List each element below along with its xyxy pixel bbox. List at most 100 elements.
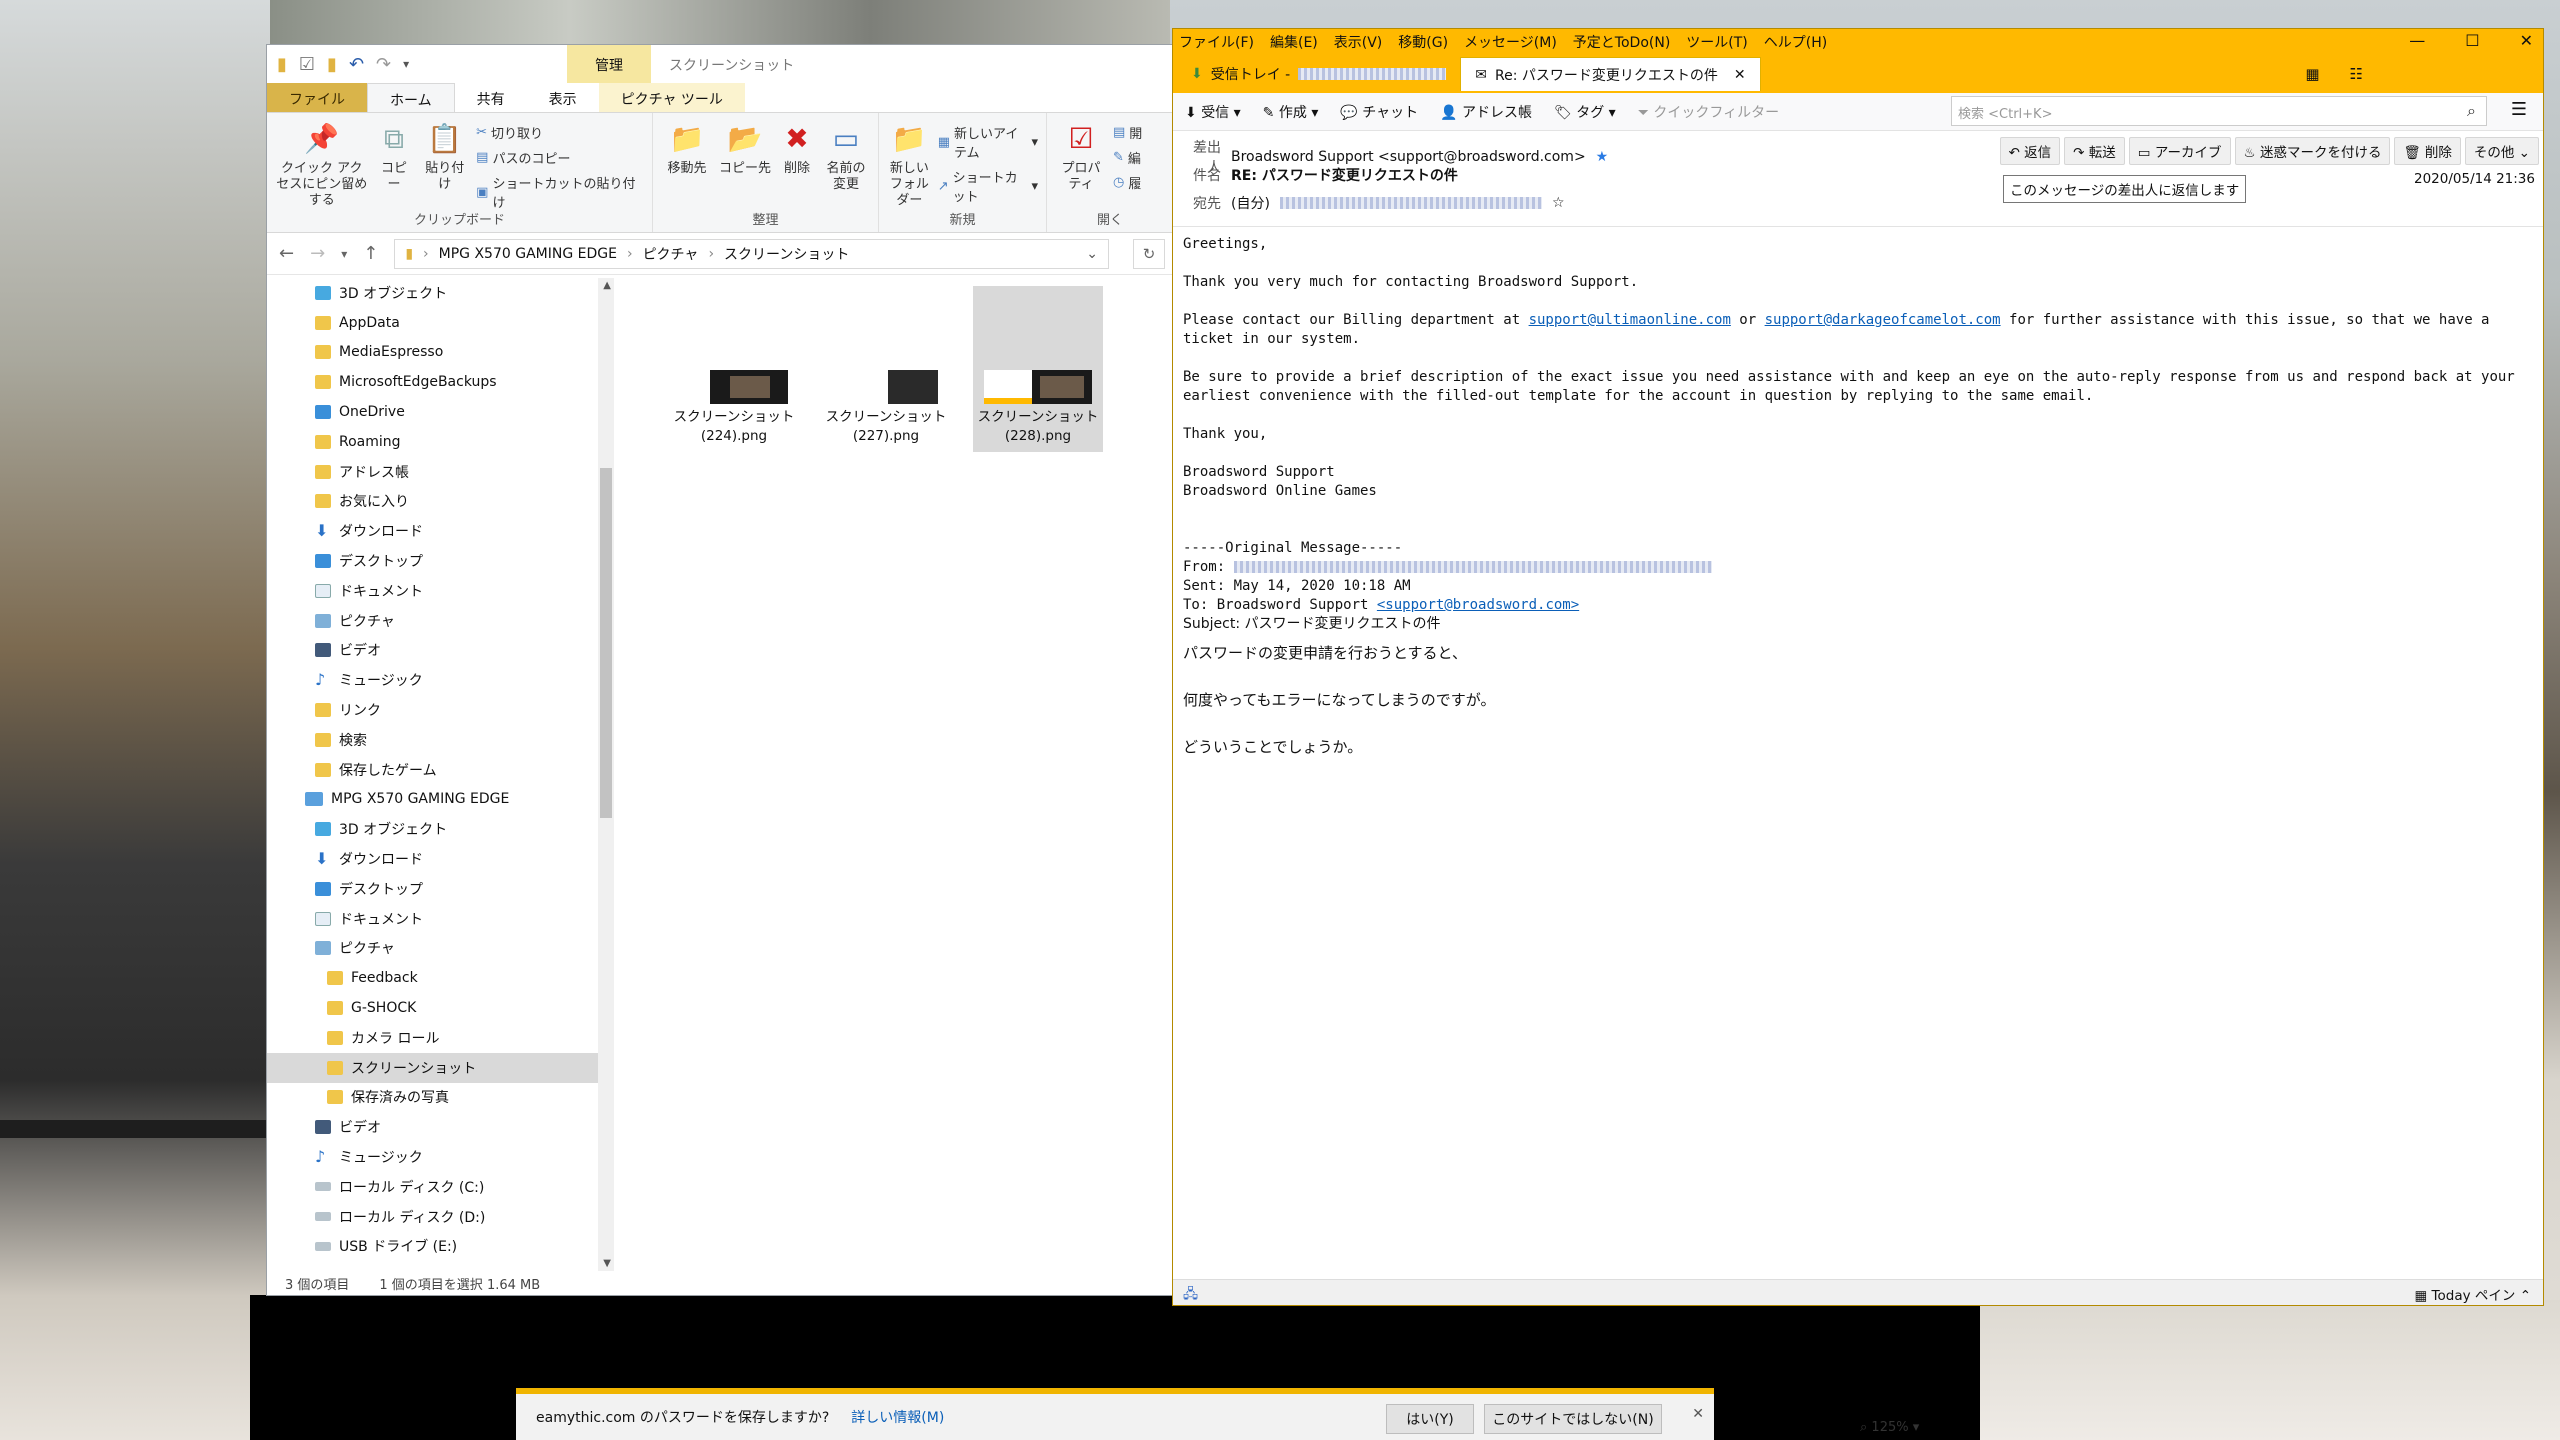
nav-item[interactable]: 保存済みの写真 [267, 1083, 614, 1113]
nav-item[interactable]: G-SHOCK [267, 993, 614, 1023]
to-address[interactable]: (自分) [1231, 193, 1270, 213]
more-info-link[interactable]: 詳しい情報(M) [851, 1407, 944, 1427]
tab-share[interactable]: 共有 [455, 83, 527, 112]
close-icon[interactable]: ✕ [1692, 1406, 1704, 1422]
never-button[interactable]: このサイトではしない(N) [1484, 1404, 1662, 1434]
tab-file[interactable]: ファイル [267, 83, 367, 112]
breadcrumb-item-pc[interactable]: MPG X570 GAMING EDGE [439, 246, 617, 262]
archive-button[interactable]: ▭ アーカイブ [2128, 137, 2231, 165]
nav-item[interactable]: ドキュメント [267, 576, 614, 606]
address-bar[interactable]: ▮ › MPG X570 GAMING EDGE › ピクチャ › スクリーンシ… [394, 238, 1109, 269]
tab-message[interactable]: ✉ Re: パスワード変更リクエストの件 ✕ [1460, 57, 1761, 91]
menu-view[interactable]: 表示(V) [1334, 32, 1383, 52]
nav-item[interactable]: Feedback [267, 963, 614, 993]
qat-dropdown-icon[interactable]: ▾ [403, 57, 409, 71]
tasks-icon[interactable]: ☷ [2350, 65, 2363, 83]
calendar-icon[interactable]: ▦ [2305, 65, 2319, 83]
yes-button[interactable]: はい(Y) [1386, 1404, 1474, 1434]
tab-view[interactable]: 表示 [527, 83, 599, 112]
menu-tools[interactable]: ツール(T) [1686, 32, 1747, 52]
recent-dropdown-icon[interactable]: ▾ [341, 247, 347, 261]
nav-item[interactable]: ピクチャ [267, 934, 614, 964]
menu-go[interactable]: 移動(G) [1398, 32, 1448, 52]
nav-item[interactable]: ♪ ミュージック [267, 1142, 614, 1172]
star-outline-icon[interactable]: ☆ [1552, 195, 1565, 211]
nav-item[interactable]: ビデオ [267, 636, 614, 666]
history-button[interactable]: ◷ 履 [1113, 173, 1142, 192]
nav-item[interactable]: MediaEspresso [267, 338, 614, 368]
nav-item[interactable]: ドキュメント [267, 904, 614, 934]
nav-item[interactable]: ビデオ [267, 1112, 614, 1142]
email-link-daoc[interactable]: support@darkageofcamelot.com [1765, 312, 2001, 328]
file-item[interactable]: スクリーンショット (227).png [821, 286, 951, 452]
search-icon[interactable]: ⌕ [2467, 101, 2476, 121]
chat-button[interactable]: 💬 チャット [1340, 102, 1418, 122]
delete-button[interactable]: 🗑 削除 [2394, 137, 2461, 165]
receive-button[interactable]: ⬇ 受信 ▾ [1185, 102, 1241, 122]
refresh-button[interactable]: ↻ [1133, 238, 1165, 269]
nav-item[interactable]: AppData [267, 308, 614, 338]
nav-item[interactable]: Roaming [267, 427, 614, 457]
nav-item[interactable]: スクリーンショット [267, 1052, 614, 1083]
more-button[interactable]: その他 ⌄ [2464, 137, 2539, 165]
breadcrumb-item-pictures[interactable]: ピクチャ [643, 244, 699, 264]
forward-button[interactable]: ↷ 転送 [2064, 137, 2125, 165]
nav-item[interactable]: リンク [267, 695, 614, 725]
junk-button[interactable]: ♨ 迷惑マークを付ける [2234, 137, 2391, 165]
nav-item[interactable]: ローカル ディスク (C:) [267, 1172, 614, 1202]
online-status-icon[interactable]: 🖧 [1183, 1284, 1198, 1307]
nav-item[interactable]: MPG X570 GAMING EDGE [267, 785, 614, 815]
paste-shortcut-button[interactable]: ▣ ショートカットの貼り付け [476, 173, 644, 211]
nav-item[interactable]: USB ドライブ (E:) [267, 1232, 614, 1262]
zoom-level[interactable]: ⌕ 125% ▾ [1860, 1420, 1919, 1435]
today-pane-toggle[interactable]: ▦ Today ペイン ⌃ [2414, 1284, 2531, 1304]
from-address[interactable]: Broadsword Support <support@broadsword.c… [1231, 149, 1586, 165]
menu-edit[interactable]: 編集(E) [1270, 32, 1318, 52]
scroll-thumb[interactable] [600, 468, 612, 818]
breadcrumb-item-screenshots[interactable]: スクリーンショット [724, 244, 849, 264]
nav-item[interactable]: カメラ ロール [267, 1023, 614, 1053]
shortcut-button[interactable]: ↗ ショートカット ▾ [938, 167, 1038, 205]
file-item[interactable]: スクリーンショット (224).png [669, 286, 799, 452]
nav-item[interactable]: お気に入り [267, 487, 614, 517]
nav-item[interactable]: 検索 [267, 725, 614, 755]
nav-item[interactable]: デスクトップ [267, 874, 614, 904]
open-button[interactable]: ▤ 開 [1113, 123, 1142, 142]
scroll-up-icon[interactable]: ▲ [603, 280, 611, 291]
hamburger-menu-icon[interactable]: ☰ [2511, 99, 2527, 120]
properties-icon[interactable]: ☑ [299, 54, 315, 75]
maximize-icon[interactable]: ☐ [2465, 31, 2479, 50]
file-item-selected[interactable]: スクリーンショット (228).png [973, 286, 1103, 452]
edit-button[interactable]: ✎ 編 [1113, 148, 1142, 167]
tab-home[interactable]: ホーム [367, 83, 455, 112]
undo-icon[interactable]: ↶ [349, 54, 364, 75]
nav-item[interactable]: アドレス帳 [267, 457, 614, 487]
tab-inbox[interactable]: ⬇ 受信トレイ - [1177, 57, 1460, 91]
back-arrow-icon[interactable]: ← [279, 243, 294, 264]
nav-item[interactable]: ピクチャ [267, 606, 614, 636]
address-book-button[interactable]: 👤 アドレス帳 [1440, 102, 1532, 122]
nav-scrollbar[interactable]: ▲ ▼ [598, 278, 614, 1271]
chevron-down-icon[interactable]: ▾ [1234, 105, 1241, 121]
nav-item[interactable]: ⬇ ダウンロード [267, 844, 614, 874]
nav-item[interactable]: ♪ ミュージック [267, 665, 614, 695]
redo-icon[interactable]: ↷ [376, 54, 391, 75]
chevron-down-icon[interactable]: ▾ [1311, 105, 1318, 121]
address-dropdown-icon[interactable]: ⌄ [1086, 246, 1098, 262]
close-tab-icon[interactable]: ✕ [1734, 67, 1746, 83]
copy-path-button[interactable]: ▤ パスのコピー [476, 148, 644, 167]
new-folder-icon[interactable]: ▮ [327, 54, 337, 75]
cut-button[interactable]: ✂ 切り取り [476, 123, 644, 142]
nav-item[interactable]: MicrosoftEdgeBackups [267, 367, 614, 397]
compose-button[interactable]: ✎ 作成 ▾ [1263, 102, 1319, 122]
tab-picture-tools[interactable]: ピクチャ ツール [598, 83, 745, 112]
nav-item[interactable]: ローカル ディスク (D:) [267, 1202, 614, 1232]
new-item-button[interactable]: ▦ 新しいアイテム ▾ [938, 123, 1038, 161]
close-icon[interactable]: ✕ [2520, 31, 2533, 50]
nav-item[interactable]: デスクトップ [267, 546, 614, 576]
nav-item[interactable]: 保存したゲーム [267, 755, 614, 785]
menu-message[interactable]: メッセージ(M) [1464, 32, 1557, 52]
up-arrow-icon[interactable]: ↑ [363, 243, 378, 264]
forward-arrow-icon[interactable]: → [310, 243, 325, 264]
email-link-ultima[interactable]: support@ultimaonline.com [1529, 312, 1731, 328]
